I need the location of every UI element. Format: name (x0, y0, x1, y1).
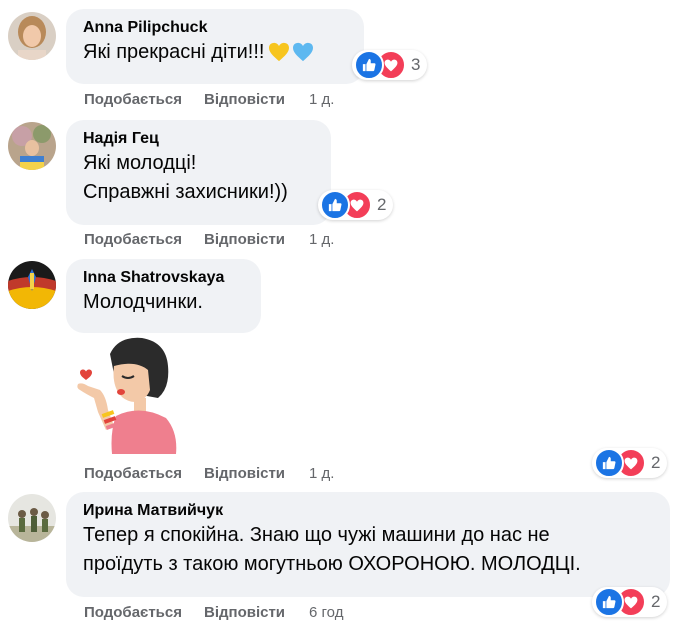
woman-blowing-kiss-sticker[interactable] (66, 332, 180, 454)
comment-actions: Подобається Відповісти 6 год (84, 604, 343, 622)
like-reaction-icon (594, 448, 624, 478)
like-button[interactable]: Подобається (84, 231, 182, 248)
comment-bubble: Ирина Матвийчук Тепер я спокійна. Знаю щ… (66, 492, 670, 597)
avatar[interactable] (8, 494, 56, 542)
yellow-heart-icon (268, 42, 290, 71)
comment-bubble: Inna Shatrovskaya Молодчинки. (66, 259, 261, 333)
reply-button[interactable]: Відповісти (204, 604, 285, 621)
like-reaction-icon (594, 587, 624, 617)
reaction-summary[interactable]: 3 (352, 50, 428, 80)
reaction-count: 2 (651, 453, 661, 472)
comment-timestamp[interactable]: 1 д. (309, 231, 334, 248)
reaction-summary[interactable]: 2 (592, 587, 668, 617)
comment-bubble: Надія Гец Які молодці! Справжні захисник… (66, 120, 331, 225)
comment-timestamp[interactable]: 1 д. (309, 465, 334, 482)
like-button[interactable]: Подобається (84, 91, 182, 108)
comment-text: Молодчинки. (83, 291, 203, 313)
reply-button[interactable]: Відповісти (204, 91, 285, 108)
comment-text: Які молодці! (83, 152, 197, 174)
like-reaction-icon (320, 190, 350, 220)
comment-timestamp[interactable]: 6 год (309, 604, 343, 621)
comment-text-row: Які прекрасні діти!!! (83, 38, 347, 71)
reply-button[interactable]: Відповісти (204, 465, 285, 482)
reaction-count: 2 (651, 592, 661, 611)
comment-text: Які прекрасні діти!!! (83, 41, 265, 63)
comment-author[interactable]: Ирина Матвийчук (83, 501, 653, 521)
comment-author[interactable]: Надія Гец (83, 129, 314, 149)
avatar[interactable] (8, 261, 56, 309)
comment-author[interactable]: Anna Pilipchuck (83, 18, 347, 38)
comment-actions: Подобається Відповісти 1 д. (84, 465, 334, 483)
reply-button[interactable]: Відповісти (204, 231, 285, 248)
comment-actions: Подобається Відповісти 1 д. (84, 91, 334, 109)
reaction-summary[interactable]: 2 (318, 190, 394, 220)
reaction-count: 3 (411, 55, 421, 74)
comment-bubble: Anna Pilipchuck Які прекрасні діти!!! (66, 9, 364, 84)
comment-text: проїдуть з такою могутньою ОХОРОНОЮ. МОЛ… (83, 553, 581, 575)
like-button[interactable]: Подобається (84, 604, 182, 621)
reaction-summary[interactable]: 2 (592, 448, 668, 478)
comment-actions: Подобається Відповісти 1 д. (84, 231, 334, 249)
like-reaction-icon (354, 50, 384, 80)
reaction-count: 2 (377, 195, 387, 214)
avatar[interactable] (8, 12, 56, 60)
comment-timestamp[interactable]: 1 д. (309, 91, 334, 108)
blue-heart-icon (292, 42, 314, 71)
like-button[interactable]: Подобається (84, 465, 182, 482)
comment-author[interactable]: Inna Shatrovskaya (83, 268, 244, 288)
avatar[interactable] (8, 122, 56, 170)
comment-text: Тепер я спокійна. Знаю що чужі машини до… (83, 524, 550, 546)
comment-text: Справжні захисники!)) (83, 181, 288, 203)
